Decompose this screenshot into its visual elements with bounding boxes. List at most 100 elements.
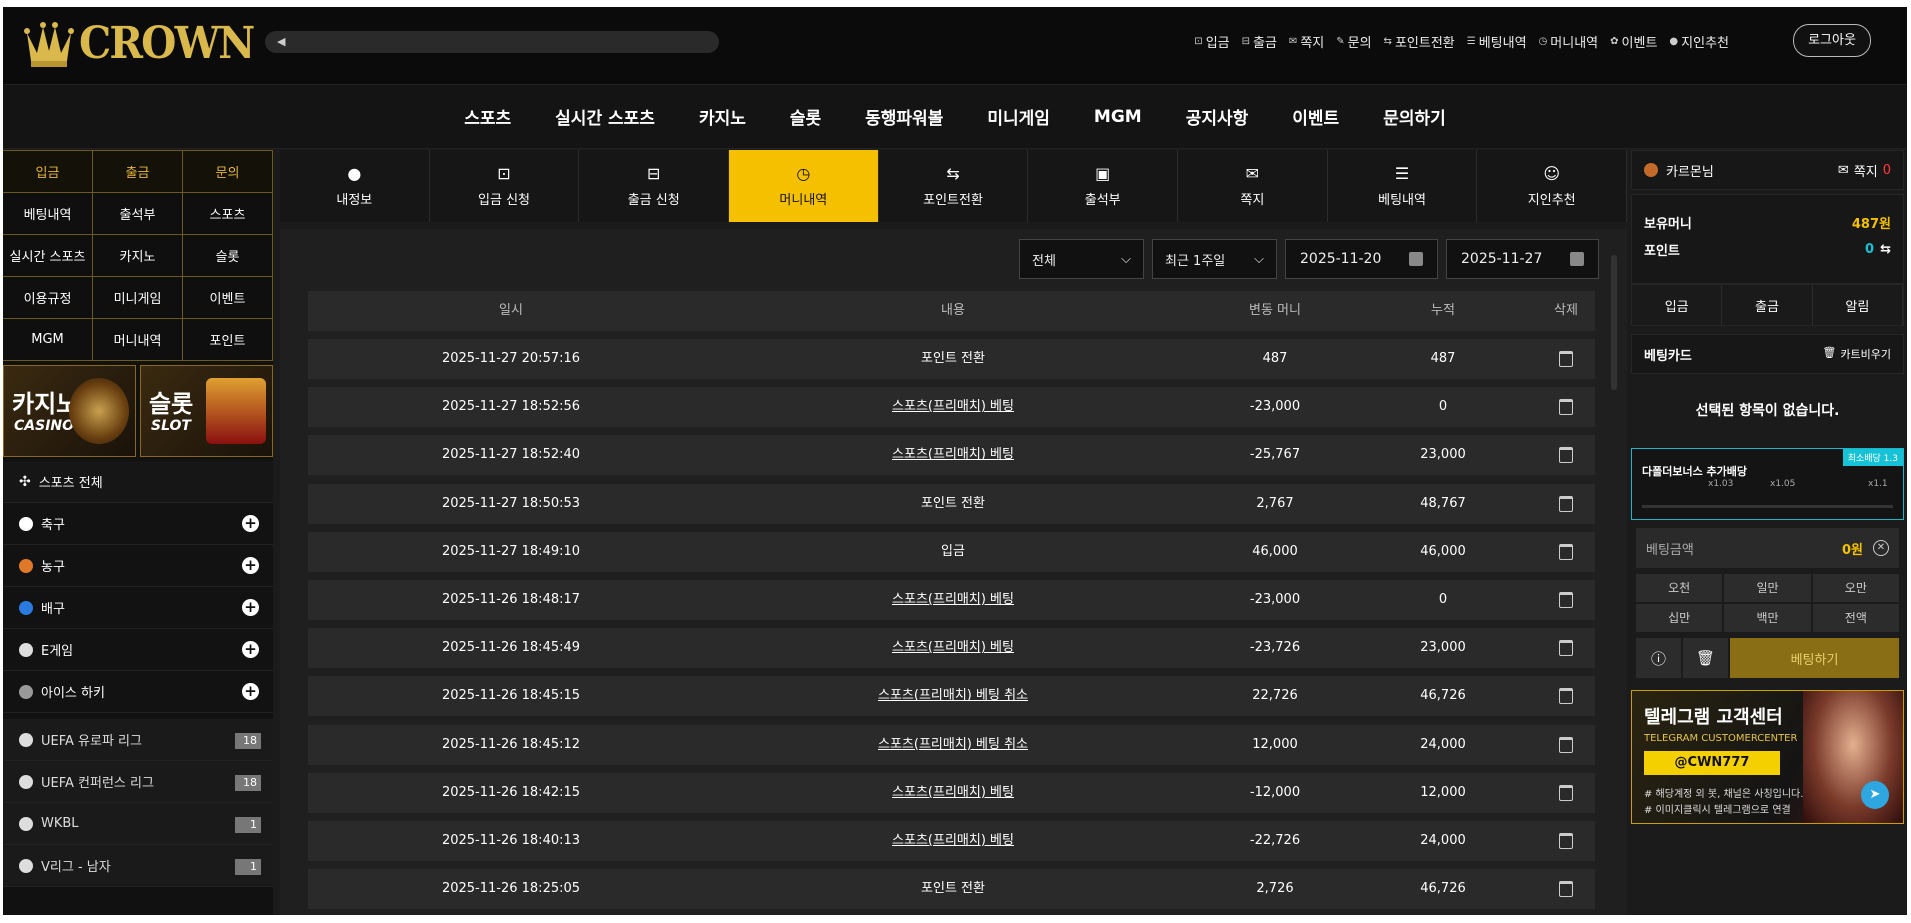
quick-item[interactable]: 출금: [93, 151, 183, 193]
date-from[interactable]: 2025-11-20: [1285, 239, 1438, 279]
amount-chip[interactable]: 오천: [1636, 574, 1723, 602]
quick-item[interactable]: 슬롯: [183, 235, 273, 277]
league-item[interactable]: UEFA 유로파 리그 18: [3, 719, 273, 761]
quick-item[interactable]: 카지노: [93, 235, 183, 277]
message-link[interactable]: ✉ 쪽지 0: [1838, 161, 1891, 180]
trash-icon[interactable]: [1559, 351, 1573, 367]
logo[interactable]: CROWN: [23, 15, 269, 71]
tab-8[interactable]: ☺ 지인추천: [1477, 150, 1628, 222]
trash-icon[interactable]: [1559, 495, 1573, 512]
nav-item[interactable]: 공지사항: [1164, 104, 1271, 129]
nav-item[interactable]: 실시간 스포츠: [533, 104, 677, 129]
wallet-action-2[interactable]: 알림: [1812, 285, 1903, 325]
nav-item[interactable]: 문의하기: [1361, 104, 1468, 129]
trash-icon[interactable]: [1559, 399, 1573, 416]
plus-icon[interactable]: +: [242, 683, 259, 700]
quick-item[interactable]: 머니내역: [93, 319, 183, 361]
tab-7[interactable]: ☰ 베팅내역: [1327, 150, 1478, 222]
top-link-4[interactable]: ⇆ 포인트전환: [1384, 32, 1455, 51]
quick-item[interactable]: 포인트: [183, 319, 273, 361]
trash-icon[interactable]: [1559, 640, 1573, 657]
quick-item[interactable]: 문의: [183, 151, 273, 193]
tab-1[interactable]: ⊡ 입금 신청: [429, 150, 580, 222]
nav-item[interactable]: 미니게임: [965, 104, 1072, 129]
bet-amount-field[interactable]: 베팅금액 0원 ✕: [1636, 528, 1899, 568]
trash-icon[interactable]: [1559, 447, 1573, 464]
sport-item[interactable]: E게임 +: [3, 629, 273, 671]
quick-item[interactable]: 이벤트: [183, 277, 273, 319]
plus-icon[interactable]: +: [242, 557, 259, 574]
top-link-1[interactable]: ⊟ 출금: [1242, 32, 1277, 51]
league-item[interactable]: V리그 - 남자 1: [3, 845, 273, 887]
nav-item[interactable]: MGM: [1072, 107, 1164, 127]
quick-item[interactable]: 스포츠: [183, 193, 273, 235]
clear-cart-button[interactable]: 🗑 카트비우기: [1822, 346, 1891, 362]
sport-item[interactable]: 농구 +: [3, 545, 273, 587]
league-item[interactable]: WKBL 1: [3, 803, 273, 845]
delete-button[interactable]: 🗑: [1683, 638, 1728, 678]
trash-icon[interactable]: [1559, 688, 1573, 705]
tab-5[interactable]: ▣ 출석부: [1028, 150, 1179, 222]
trash-icon[interactable]: [1559, 784, 1573, 801]
plus-icon[interactable]: +: [242, 515, 259, 532]
top-link-3[interactable]: ✎ 문의: [1336, 32, 1371, 51]
top-link-7[interactable]: ✿ 이벤트: [1610, 32, 1657, 51]
type-select[interactable]: 전체 ⌵: [1019, 239, 1144, 279]
plus-icon[interactable]: +: [242, 641, 259, 658]
amount-chip[interactable]: 백만: [1724, 604, 1811, 632]
top-link-2[interactable]: ✉ 쪽지: [1289, 32, 1324, 51]
sport-all[interactable]: ✣ 스포츠 전체: [3, 461, 273, 503]
nav-item[interactable]: 스포츠: [442, 104, 533, 129]
logout-button[interactable]: 로그아웃: [1793, 24, 1871, 57]
quick-item[interactable]: 입금: [3, 151, 93, 193]
trash-icon[interactable]: [1559, 881, 1573, 898]
quick-item[interactable]: 출석부: [93, 193, 183, 235]
nav-item[interactable]: 카지노: [677, 104, 768, 129]
period-select[interactable]: 최근 1주일 ⌵: [1152, 239, 1277, 279]
tab-label: 쪽지: [1240, 193, 1265, 208]
nav-item[interactable]: 슬롯: [768, 104, 843, 129]
tab-2[interactable]: ⊟ 출금 신청: [579, 150, 730, 222]
date-to[interactable]: 2025-11-27: [1446, 239, 1599, 279]
scrollbar[interactable]: [1611, 255, 1617, 390]
quick-item[interactable]: 미니게임: [93, 277, 183, 319]
quick-item[interactable]: 이용규정: [3, 277, 93, 319]
trash-icon[interactable]: [1559, 736, 1573, 753]
tab-6[interactable]: ✉ 쪽지: [1178, 150, 1328, 222]
telegram-icon: ➤: [1861, 781, 1889, 809]
telegram-banner[interactable]: 텔레그램 고객센터 TELEGRAM CUSTOMERCENTER @CWN77…: [1631, 690, 1904, 824]
amount-chip[interactable]: 전액: [1812, 604, 1899, 632]
clear-icon[interactable]: ✕: [1873, 540, 1889, 556]
tab-4[interactable]: ⇆ 포인트전환: [878, 150, 1029, 222]
place-bet-button[interactable]: 베팅하기: [1730, 638, 1899, 678]
wallet-action-1[interactable]: 출금: [1722, 285, 1813, 325]
amount-chip[interactable]: 십만: [1636, 604, 1723, 632]
table-row: 2025-11-26 18:45:12 스포츠(프리매치) 베팅 취소 12,000…: [308, 724, 1595, 765]
sport-item[interactable]: 아이스 하키 +: [3, 671, 273, 713]
quick-item[interactable]: 베팅내역: [3, 193, 93, 235]
quick-item[interactable]: MGM: [3, 319, 93, 361]
amount-chip[interactable]: 오만: [1812, 574, 1899, 602]
amount-chip[interactable]: 일만: [1724, 574, 1811, 602]
sport-item[interactable]: 축구 +: [3, 503, 273, 545]
trash-icon[interactable]: [1559, 833, 1573, 849]
slot-banner[interactable]: 슬롯 SLOT: [140, 365, 273, 457]
nav-item[interactable]: 이벤트: [1270, 104, 1361, 129]
trash-icon[interactable]: [1559, 592, 1573, 608]
plus-icon[interactable]: +: [242, 599, 259, 616]
casino-banner[interactable]: 카지노 CASINO: [3, 365, 136, 457]
top-link-0[interactable]: ⊡ 입금: [1194, 32, 1229, 51]
tab-0[interactable]: ● 내정보: [280, 150, 430, 222]
sport-item[interactable]: 배구 +: [3, 587, 273, 629]
nav-item[interactable]: 동행파워볼: [843, 104, 965, 129]
league-item[interactable]: UEFA 컨퍼런스 리그 18: [3, 761, 273, 803]
trash-icon[interactable]: [1559, 543, 1573, 560]
top-link-5[interactable]: ☰ 베팅내역: [1467, 32, 1527, 51]
wallet-action-0[interactable]: 입금: [1632, 285, 1723, 325]
top-link-6[interactable]: ◷ 머니내역: [1539, 32, 1599, 51]
top-link-8[interactable]: ● 지인추천: [1669, 32, 1729, 51]
exchange-icon[interactable]: ⇆: [1880, 242, 1891, 257]
info-button[interactable]: ⓘ: [1636, 638, 1681, 678]
tab-3[interactable]: ◷ 머니내역: [729, 150, 879, 222]
quick-item[interactable]: 실시간 스포츠: [3, 235, 93, 277]
